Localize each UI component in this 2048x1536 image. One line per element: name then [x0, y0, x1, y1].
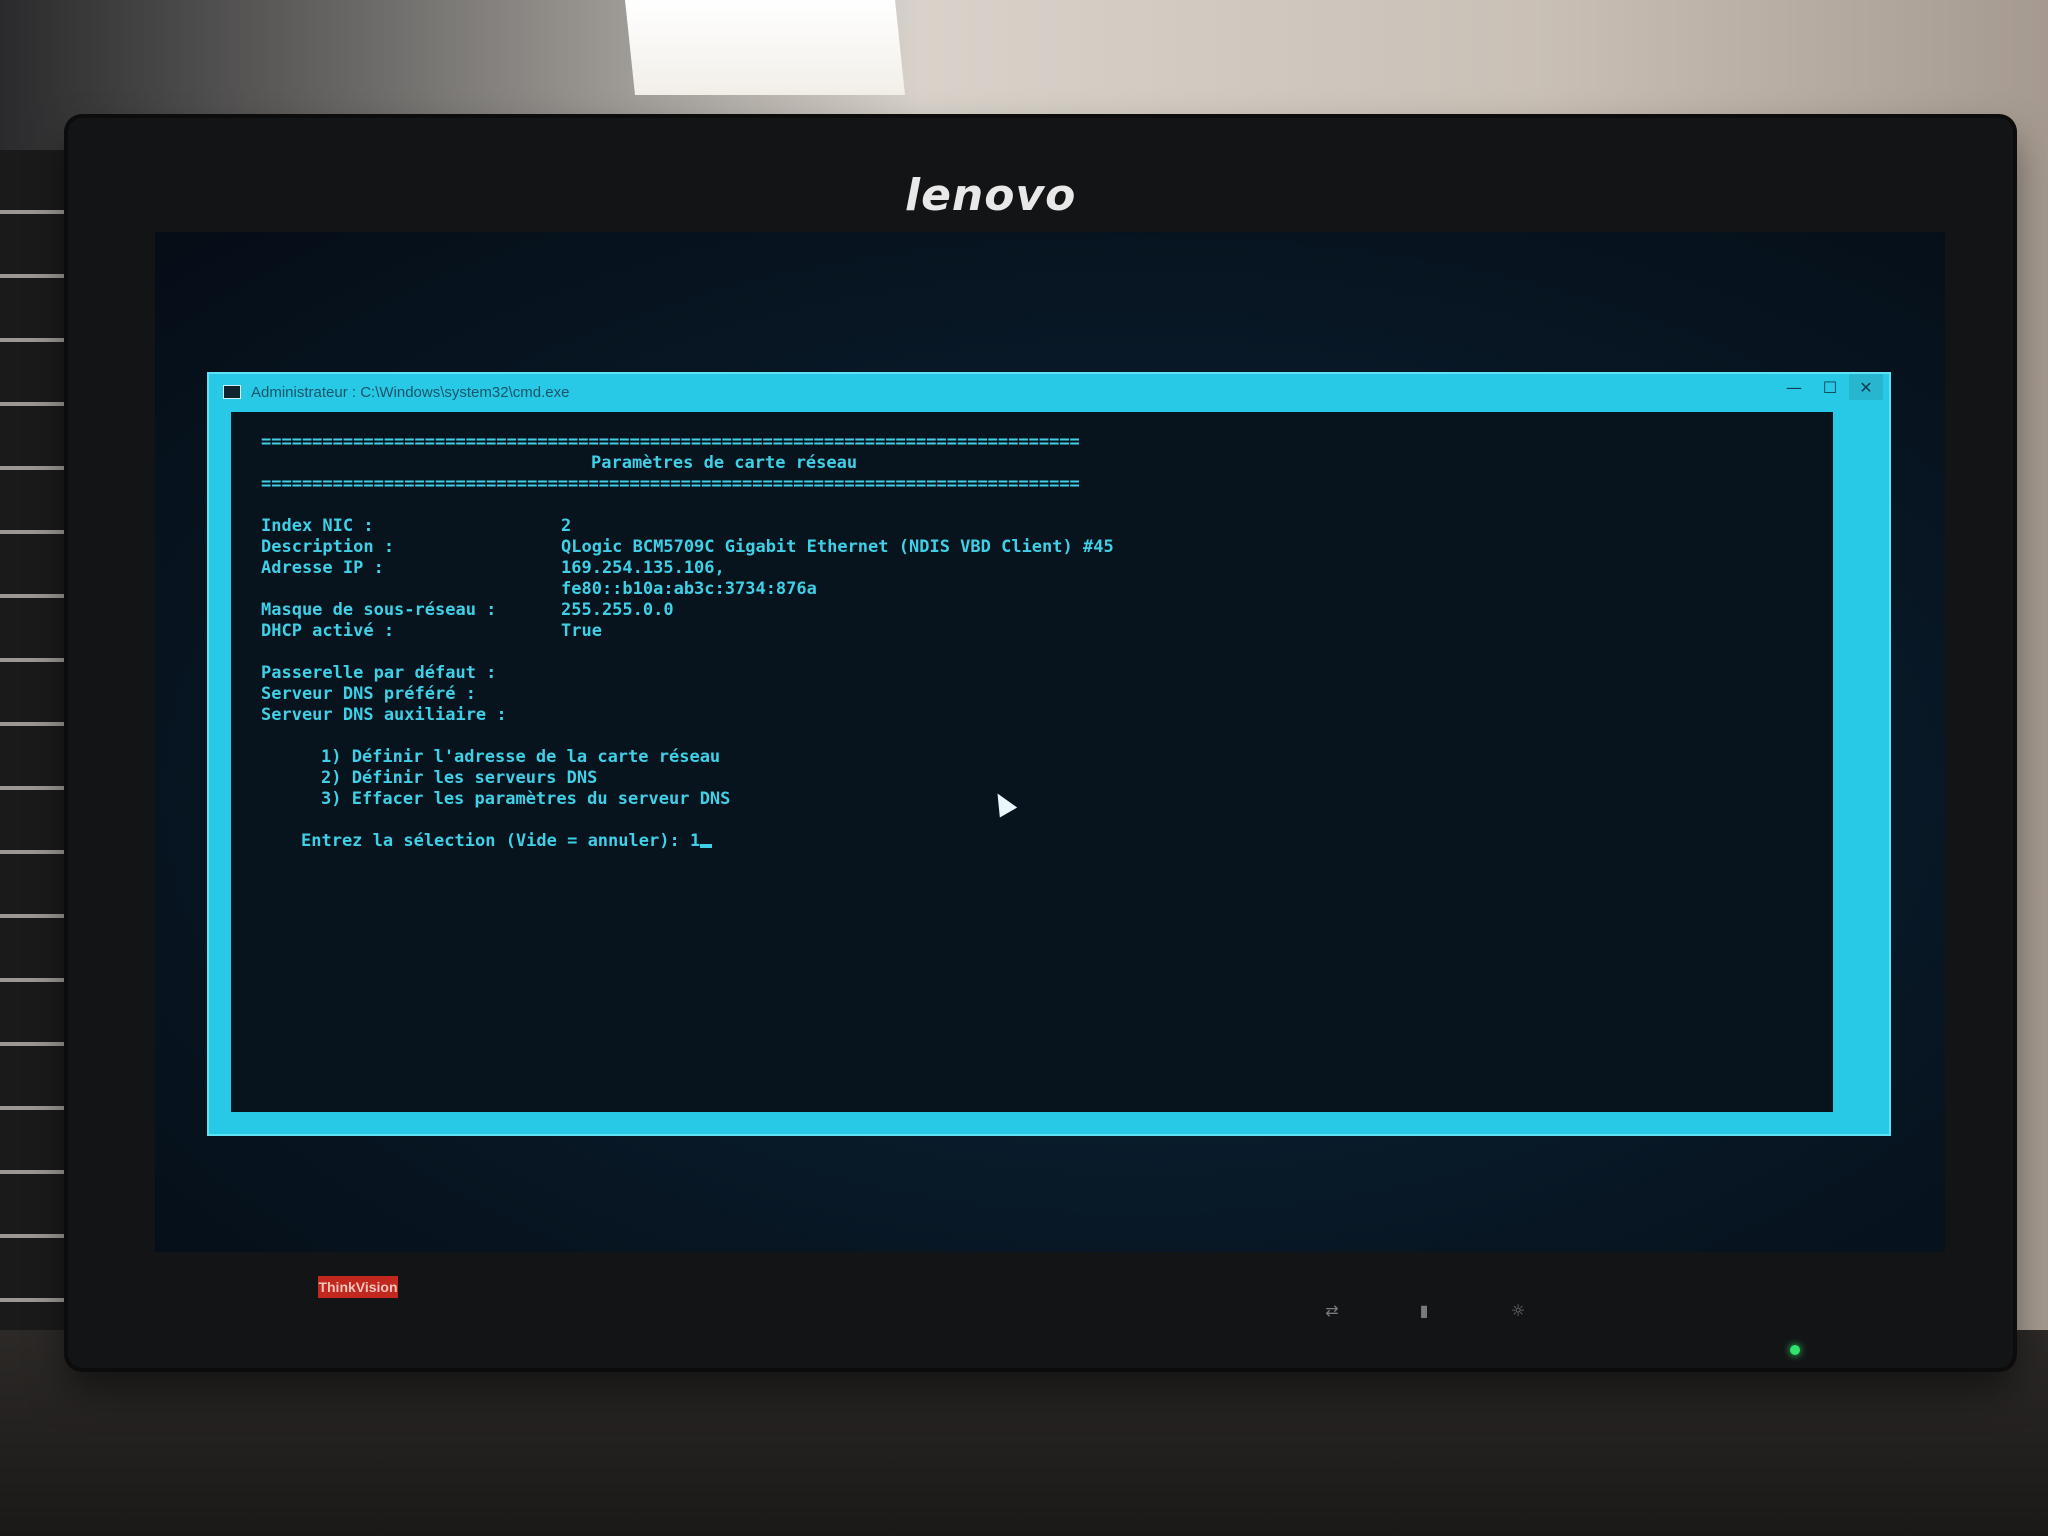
field-value: 169.254.135.106,	[561, 558, 725, 578]
input-select-icon[interactable]: ⇄	[1322, 1300, 1342, 1320]
field-label: Passerelle par défaut :	[261, 663, 497, 683]
field-row: Index NIC : 2	[261, 516, 1803, 537]
field-label: Description :	[261, 537, 395, 557]
separator-line: ========================================…	[261, 474, 1080, 494]
monitor-badge: ThinkVision	[318, 1276, 398, 1298]
window-title: Administrateur : C:\Windows\system32\cmd…	[251, 383, 570, 401]
close-button[interactable]: ✕	[1849, 374, 1883, 400]
field-label: Index NIC :	[261, 516, 374, 536]
field-row: Serveur DNS préféré :	[261, 684, 1803, 705]
field-row: DHCP activé : True	[261, 621, 1803, 642]
field-value: 2	[561, 516, 572, 536]
field-row: Description : QLogic BCM5709C Gigabit Et…	[261, 537, 1803, 558]
minimize-button[interactable]: —	[1777, 374, 1811, 400]
field-label: Adresse IP :	[261, 558, 384, 578]
brightness-icon[interactable]: ☼	[1508, 1300, 1528, 1320]
field-row: Passerelle par défaut :	[261, 663, 1803, 684]
field-row: Masque de sous-réseau : 255.255.0.0	[261, 600, 1803, 621]
field-label: Masque de sous-réseau :	[261, 600, 497, 620]
field-row: fe80::b10a:ab3c:3734:876a	[261, 579, 1803, 600]
field-row: Adresse IP : 169.254.135.106,	[261, 558, 1803, 579]
cmd-window[interactable]: Administrateur : C:\Windows\system32\cmd…	[207, 372, 1891, 1136]
ceiling-light	[625, 0, 905, 95]
field-label: Serveur DNS auxiliaire :	[261, 705, 507, 725]
text-cursor	[700, 844, 713, 848]
maximize-button[interactable]: ☐	[1813, 374, 1847, 400]
field-value: fe80::b10a:ab3c:3734:876a	[561, 579, 817, 599]
monitor-screen: Administrateur : C:\Windows\system32\cmd…	[155, 232, 1945, 1252]
window-titlebar[interactable]: Administrateur : C:\Windows\system32\cmd…	[209, 374, 1889, 410]
prompt-input[interactable]: 1	[690, 831, 700, 851]
field-label	[261, 579, 561, 600]
selection-prompt[interactable]: Entrez la sélection (Vide = annuler): 1	[261, 831, 1803, 852]
field-value: QLogic BCM5709C Gigabit Ethernet (NDIS V…	[561, 537, 1114, 557]
prompt-label: Entrez la sélection (Vide = annuler):	[301, 831, 690, 851]
monitor-brand-logo: lenovo	[905, 170, 1077, 221]
menu-option-2: 2) Définir les serveurs DNS	[321, 768, 598, 788]
field-value: 255.255.0.0	[561, 600, 674, 620]
console-output[interactable]: ========================================…	[231, 412, 1833, 1112]
window-controls: — ☐ ✕	[1775, 374, 1883, 400]
field-label: Serveur DNS préféré :	[261, 684, 476, 704]
menu-option-1: 1) Définir l'adresse de la carte réseau	[321, 747, 721, 767]
field-label: DHCP activé :	[261, 621, 395, 641]
power-led	[1790, 1345, 1800, 1355]
separator-line: ========================================…	[261, 432, 1080, 452]
menu-icon[interactable]: ▮	[1414, 1300, 1434, 1320]
field-value: True	[561, 621, 602, 641]
menu-option-3: 3) Effacer les paramètres du serveur DNS	[321, 789, 731, 809]
field-row: Serveur DNS auxiliaire :	[261, 705, 1803, 726]
console-heading: Paramètres de carte réseau	[591, 453, 858, 473]
vertical-scrollbar[interactable]	[1857, 412, 1879, 1112]
cmd-icon	[223, 385, 241, 399]
